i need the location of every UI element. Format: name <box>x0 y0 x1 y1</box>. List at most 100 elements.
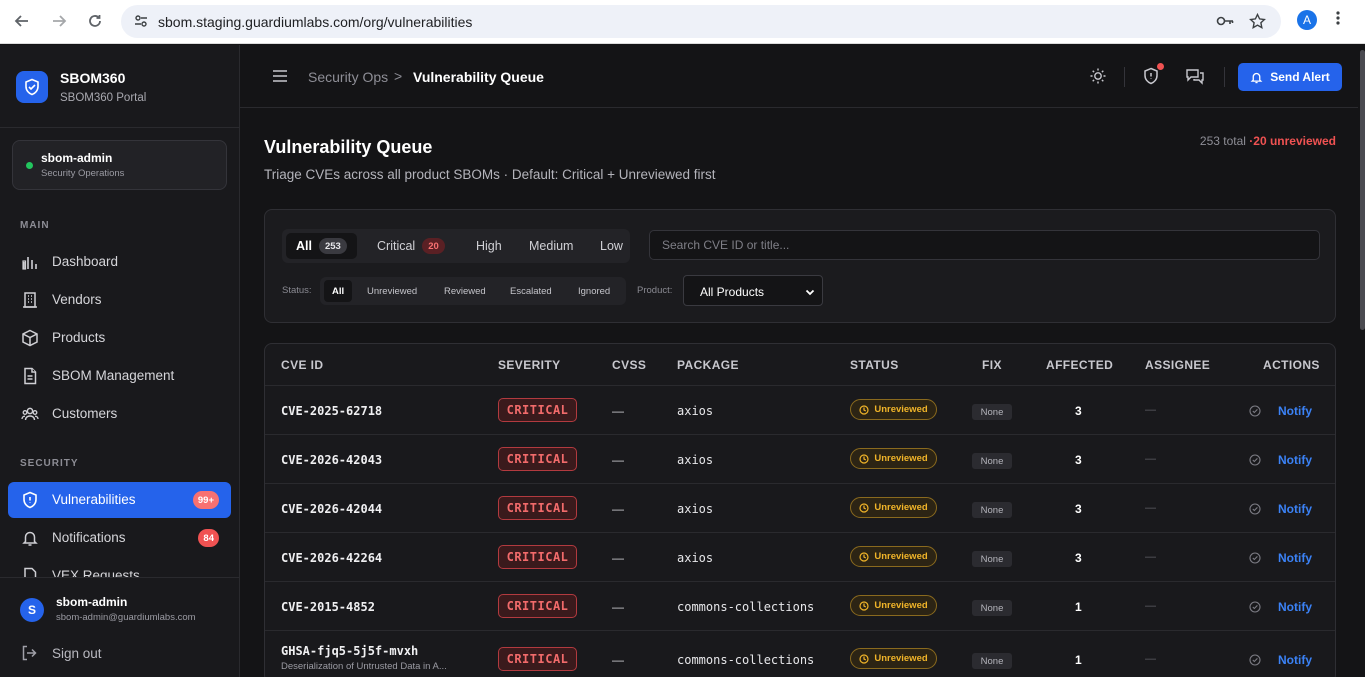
sidebar-item-dashboard[interactable]: Dashboard <box>8 244 231 280</box>
status-badge[interactable]: Unreviewed <box>850 399 937 420</box>
hamburger-menu-icon[interactable] <box>272 69 288 88</box>
user-avatar[interactable]: S <box>20 598 44 622</box>
column-header-package[interactable]: PACKAGE <box>677 358 739 372</box>
check-circle-icon[interactable] <box>1249 502 1261 520</box>
assignee[interactable]: — <box>1145 600 1156 612</box>
address-bar[interactable]: sbom.staging.guardiumlabs.com/org/vulner… <box>121 5 1281 38</box>
sidebar-item-vendors[interactable]: Vendors <box>8 282 231 318</box>
site-settings-icon[interactable] <box>133 13 149 34</box>
status-tab-escalated[interactable]: Escalated <box>502 280 560 302</box>
browser-menu-icon[interactable] <box>1336 10 1340 31</box>
sidebar-item-sbom-management[interactable]: SBOM Management <box>8 358 231 394</box>
sidebar-item-customers[interactable]: Customers <box>8 396 231 432</box>
notify-button[interactable]: Notify <box>1278 653 1312 667</box>
alert-indicator-dot <box>1157 63 1164 70</box>
reload-icon[interactable] <box>83 9 107 33</box>
notify-button[interactable]: Notify <box>1278 600 1312 614</box>
cve-id[interactable]: CVE-2026-42044 <box>281 502 382 516</box>
severity-tab-medium[interactable]: Medium <box>519 233 583 259</box>
status-badge[interactable]: Unreviewed <box>850 497 937 518</box>
product-select[interactable]: All Products <box>683 275 823 306</box>
shield-alert-icon[interactable] <box>1142 67 1160 90</box>
column-header-status[interactable]: STATUS <box>850 358 899 372</box>
product-select-value: All Products <box>700 285 765 299</box>
status-tab-ignored[interactable]: Ignored <box>570 280 618 302</box>
assignee[interactable]: — <box>1145 551 1156 563</box>
sidebar-item-products[interactable]: Products <box>8 320 231 356</box>
count-pill: 20 <box>422 238 445 254</box>
table-row[interactable]: CVE-2026-42044 CRITICAL — axios Unreview… <box>265 483 1335 532</box>
column-header-assignee[interactable]: ASSIGNEE <box>1145 358 1210 372</box>
forward-arrow-icon[interactable] <box>47 9 71 33</box>
sidebar-item-vex-requests[interactable]: VEX Requests <box>8 567 231 577</box>
key-icon[interactable] <box>1215 13 1235 34</box>
bookmark-star-icon[interactable] <box>1249 12 1266 35</box>
send-alert-button[interactable]: Send Alert <box>1238 63 1342 91</box>
sign-out-link[interactable]: Sign out <box>52 646 102 661</box>
status-badge[interactable]: Unreviewed <box>850 448 937 469</box>
search-input[interactable] <box>649 230 1320 260</box>
check-circle-icon[interactable] <box>1249 404 1261 422</box>
notify-button[interactable]: Notify <box>1278 551 1312 565</box>
check-circle-icon[interactable] <box>1249 551 1261 569</box>
cve-id[interactable]: GHSA-fjq5-5j5f-mvxh <box>281 644 418 658</box>
back-arrow-icon[interactable] <box>10 9 34 33</box>
assignee[interactable]: — <box>1145 502 1156 514</box>
page-scrollbar-thumb[interactable] <box>1360 50 1365 330</box>
check-circle-icon[interactable] <box>1249 453 1261 471</box>
clock-icon <box>859 404 869 415</box>
assignee[interactable]: — <box>1145 653 1156 665</box>
severity-tab-high[interactable]: High <box>466 233 512 259</box>
sign-out-icon[interactable] <box>20 644 38 667</box>
sidebar-item-notifications[interactable]: Notifications 84 <box>8 520 231 556</box>
table-row[interactable]: GHSA-fjq5-5j5f-mvxh Deserialization of U… <box>265 630 1335 677</box>
sidebar-item-vulnerabilities[interactable]: Vulnerabilities 99+ <box>8 482 231 518</box>
cve-id[interactable]: CVE-2015-4852 <box>281 600 375 614</box>
org-switcher[interactable]: sbom-admin Security Operations <box>12 140 227 190</box>
package-name: commons-collections <box>677 600 815 614</box>
cve-description: Deserialization of Untrusted Data in A..… <box>281 661 447 672</box>
status-tab-all[interactable]: All <box>324 280 353 302</box>
severity-tab-all[interactable]: All 253 <box>286 233 357 259</box>
sidebar-item-label: Products <box>52 330 106 345</box>
check-circle-icon[interactable] <box>1249 653 1261 671</box>
check-circle-icon[interactable] <box>1249 600 1261 618</box>
severity-tab-low[interactable]: Low <box>590 233 633 259</box>
notify-button[interactable]: Notify <box>1278 404 1312 418</box>
status-badge[interactable]: Unreviewed <box>850 648 937 669</box>
column-header-severity[interactable]: SEVERITY <box>498 358 561 372</box>
notify-button[interactable]: Notify <box>1278 453 1312 467</box>
clock-icon <box>859 600 869 611</box>
table-row[interactable]: CVE-2025-62718 CRITICAL — axios Unreview… <box>265 385 1335 434</box>
table-row[interactable]: CVE-2026-42043 CRITICAL — axios Unreview… <box>265 434 1335 483</box>
status-badge[interactable]: Unreviewed <box>850 546 937 567</box>
status-tab-reviewed[interactable]: Reviewed <box>436 280 494 302</box>
status-badge[interactable]: Unreviewed <box>850 595 937 616</box>
column-header-cvss[interactable]: CVSS <box>612 358 646 372</box>
user-email: sbom-admin@guardiumlabs.com <box>56 612 196 623</box>
breadcrumb-separator: > <box>394 68 403 84</box>
assignee[interactable]: — <box>1145 404 1156 416</box>
notify-button[interactable]: Notify <box>1278 502 1312 516</box>
assignee[interactable]: — <box>1145 453 1156 465</box>
cve-id[interactable]: CVE-2025-62718 <box>281 404 382 418</box>
table-row[interactable]: CVE-2026-42264 CRITICAL — axios Unreview… <box>265 532 1335 581</box>
vulnerabilities-count-badge: 99+ <box>192 491 219 509</box>
column-header-affected[interactable]: AFFECTED <box>1046 358 1113 372</box>
severity-badge: CRITICAL <box>498 594 577 618</box>
breadcrumb-parent[interactable]: Security Ops <box>308 69 388 85</box>
fix-pill: None <box>972 551 1012 567</box>
brand-subtitle: SBOM360 Portal <box>60 92 147 104</box>
severity-tab-critical[interactable]: Critical 20 <box>367 233 455 259</box>
table-row[interactable]: CVE-2015-4852 CRITICAL — commons-collect… <box>265 581 1335 630</box>
cve-id[interactable]: CVE-2026-42043 <box>281 453 382 467</box>
column-header-fix[interactable]: FIX <box>982 358 1002 372</box>
cve-id[interactable]: CVE-2026-42264 <box>281 551 382 565</box>
profile-avatar[interactable]: A <box>1297 10 1317 30</box>
chat-bubbles-icon[interactable] <box>1185 67 1205 90</box>
status-tab-unreviewed[interactable]: Unreviewed <box>359 280 425 302</box>
status-label: Unreviewed <box>874 551 928 562</box>
theme-sun-icon[interactable] <box>1089 67 1107 90</box>
column-header-cve-id[interactable]: CVE ID <box>281 358 323 372</box>
package-name: axios <box>677 404 714 418</box>
